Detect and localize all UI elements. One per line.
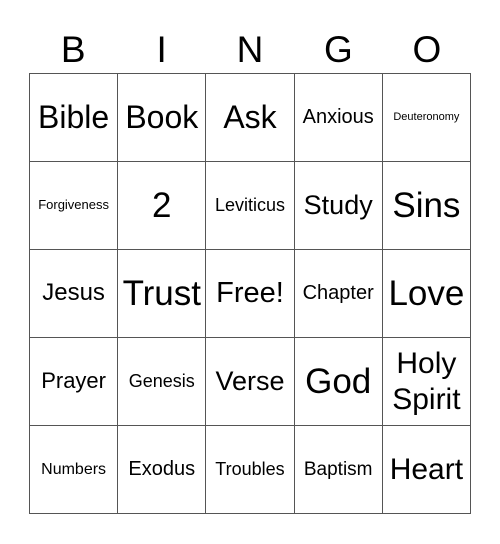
bingo-cell[interactable]: Prayer <box>30 338 119 426</box>
bingo-cell[interactable]: Chapter <box>294 250 383 338</box>
header-letter-n: N <box>236 29 264 70</box>
bingo-cell[interactable]: Baptism <box>294 426 383 514</box>
bingo-cell[interactable]: Trust <box>118 250 207 338</box>
bingo-cell[interactable]: Genesis <box>118 338 207 426</box>
header-letter-g: G <box>324 29 353 70</box>
bingo-cell[interactable]: Troubles <box>206 426 295 514</box>
bingo-cell[interactable]: Numbers <box>30 426 119 514</box>
bingo-cell[interactable]: Forgiveness <box>30 162 119 250</box>
bingo-cell[interactable]: Anxious <box>294 74 383 162</box>
bingo-cell[interactable]: Heart <box>382 426 471 514</box>
header-letter-o: O <box>412 29 442 70</box>
bingo-cell[interactable]: Ask <box>206 74 295 162</box>
bingo-card-grid: Bible Book Ask Anxious Deuteronomy Forgi… <box>29 73 471 514</box>
bingo-header: B I N G O <box>29 28 471 72</box>
bingo-cell[interactable]: Sins <box>382 162 471 250</box>
bingo-cell[interactable]: Exodus <box>118 426 207 514</box>
bingo-cell[interactable]: Deuteronomy <box>382 74 471 162</box>
header-letter-i: I <box>156 29 167 70</box>
bingo-cell[interactable]: Leviticus <box>206 162 295 250</box>
bingo-cell[interactable]: Study <box>294 162 383 250</box>
bingo-cell[interactable]: Jesus <box>30 250 119 338</box>
bingo-cell[interactable]: 2 <box>118 162 207 250</box>
bingo-cell free-space[interactable]: Free! <box>206 250 295 338</box>
bingo-cell[interactable]: Verse <box>206 338 295 426</box>
header-letter-b: B <box>60 29 86 70</box>
bingo-cell[interactable]: Book <box>118 74 207 162</box>
bingo-cell[interactable]: Love <box>382 250 471 338</box>
bingo-cell[interactable]: Holy Spirit <box>382 338 471 426</box>
bingo-cell[interactable]: Bible <box>30 74 119 162</box>
bingo-cell[interactable]: God <box>294 338 383 426</box>
